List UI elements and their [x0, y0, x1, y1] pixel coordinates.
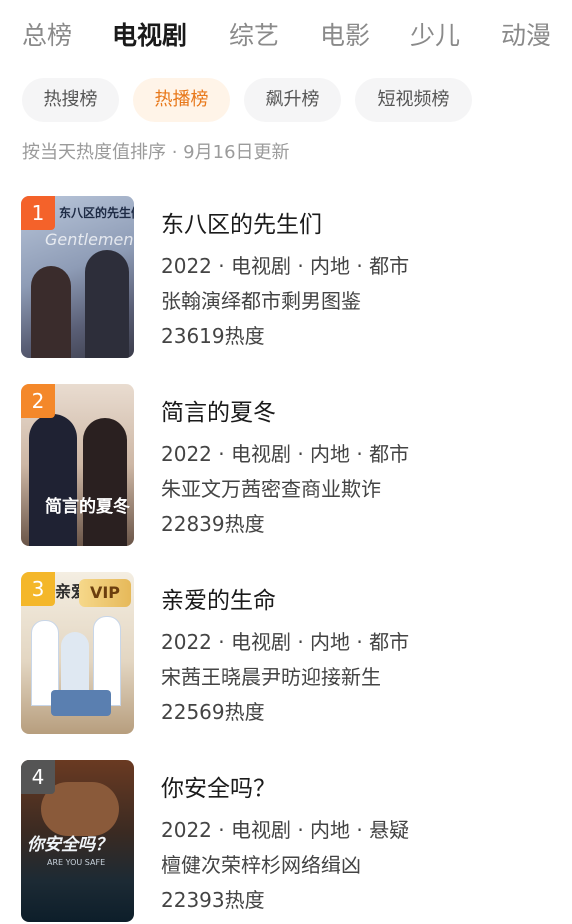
show-title: 简言的夏冬 [161, 400, 276, 426]
poster-subtitle: ARE YOU SAFE [47, 858, 106, 867]
chip-short-video[interactable]: 短视频榜 [355, 78, 472, 122]
list-item[interactable]: 你安全吗？ ARE YOU SAFE 4 你安全吗？ 2022 · 电视剧 · … [0, 760, 572, 924]
poster-title: 东八区的先生们 [59, 206, 134, 220]
ranking-type-chips: 热搜榜 热播榜 飙升榜 短视频榜 [0, 78, 572, 124]
rank-badge: 2 [21, 384, 55, 418]
sort-info: 按当天热度值排序 · 9月16日更新 [22, 142, 290, 163]
poster-title: 简言的夏冬 [45, 497, 130, 517]
poster-image: 你安全吗？ ARE YOU SAFE 4 [21, 760, 134, 922]
show-description: 张翰演绎都市剩男图鉴 [161, 289, 361, 313]
show-description: 朱亚文万茜密查商业欺诈 [161, 477, 381, 501]
show-info: 2022 · 电视剧 · 内地 · 悬疑 [161, 818, 410, 842]
poster-figure [29, 414, 77, 546]
show-info: 2022 · 电视剧 · 内地 · 都市 [161, 442, 410, 466]
list-item[interactable]: 亲爱 VIP 3 亲爱的生命 2022 · 电视剧 · 内地 · 都市 宋茜王晓… [0, 572, 572, 736]
tab-variety[interactable]: 综艺 [229, 16, 279, 56]
poster-figure [83, 418, 127, 546]
poster-image: 东八区的先生们 Gentlemen Day 1 [21, 196, 134, 358]
list-item[interactable]: 东八区的先生们 Gentlemen Day 1 东八区的先生们 2022 · 电… [0, 196, 572, 360]
poster-figure [31, 266, 71, 358]
chip-rising[interactable]: 飙升榜 [244, 78, 341, 122]
heat-value: 23619热度 [161, 324, 265, 348]
heat-value: 22569热度 [161, 700, 265, 724]
poster-subtitle: Gentlemen Day [45, 230, 134, 249]
category-tabs: 总榜 电视剧 综艺 电影 少儿 动漫 [0, 0, 572, 72]
rank-badge: 4 [21, 760, 55, 794]
chip-hot-search[interactable]: 热搜榜 [22, 78, 119, 122]
poster-figure [51, 690, 111, 716]
heat-value: 22839热度 [161, 512, 265, 536]
show-title: 东八区的先生们 [161, 212, 322, 238]
poster-figure [85, 250, 129, 358]
poster-title: 你安全吗？ [27, 835, 112, 855]
tab-kids[interactable]: 少儿 [410, 16, 460, 56]
tab-tv-series[interactable]: 电视剧 [112, 16, 187, 56]
show-title: 你安全吗？ [161, 776, 276, 802]
tab-anime[interactable]: 动漫 [501, 16, 551, 56]
tab-all[interactable]: 总榜 [22, 16, 72, 56]
show-info: 2022 · 电视剧 · 内地 · 都市 [161, 630, 410, 654]
show-description: 檀健次荣梓杉网络缉凶 [161, 853, 361, 877]
tab-movie[interactable]: 电影 [320, 16, 370, 56]
list-item[interactable]: 简言的夏冬 2 简言的夏冬 2022 · 电视剧 · 内地 · 都市 朱亚文万茜… [0, 384, 572, 548]
rank-badge: 3 [21, 572, 55, 606]
vip-badge: VIP [79, 579, 131, 607]
show-description: 宋茜王晓晨尹昉迎接新生 [161, 665, 381, 689]
heat-value: 22393热度 [161, 888, 265, 912]
show-info: 2022 · 电视剧 · 内地 · 都市 [161, 254, 410, 278]
chip-hot-playing[interactable]: 热播榜 [133, 78, 230, 122]
rank-badge: 1 [21, 196, 55, 230]
poster-image: 简言的夏冬 2 [21, 384, 134, 546]
poster-image: 亲爱 VIP 3 [21, 572, 134, 734]
show-title: 亲爱的生命 [161, 588, 276, 614]
